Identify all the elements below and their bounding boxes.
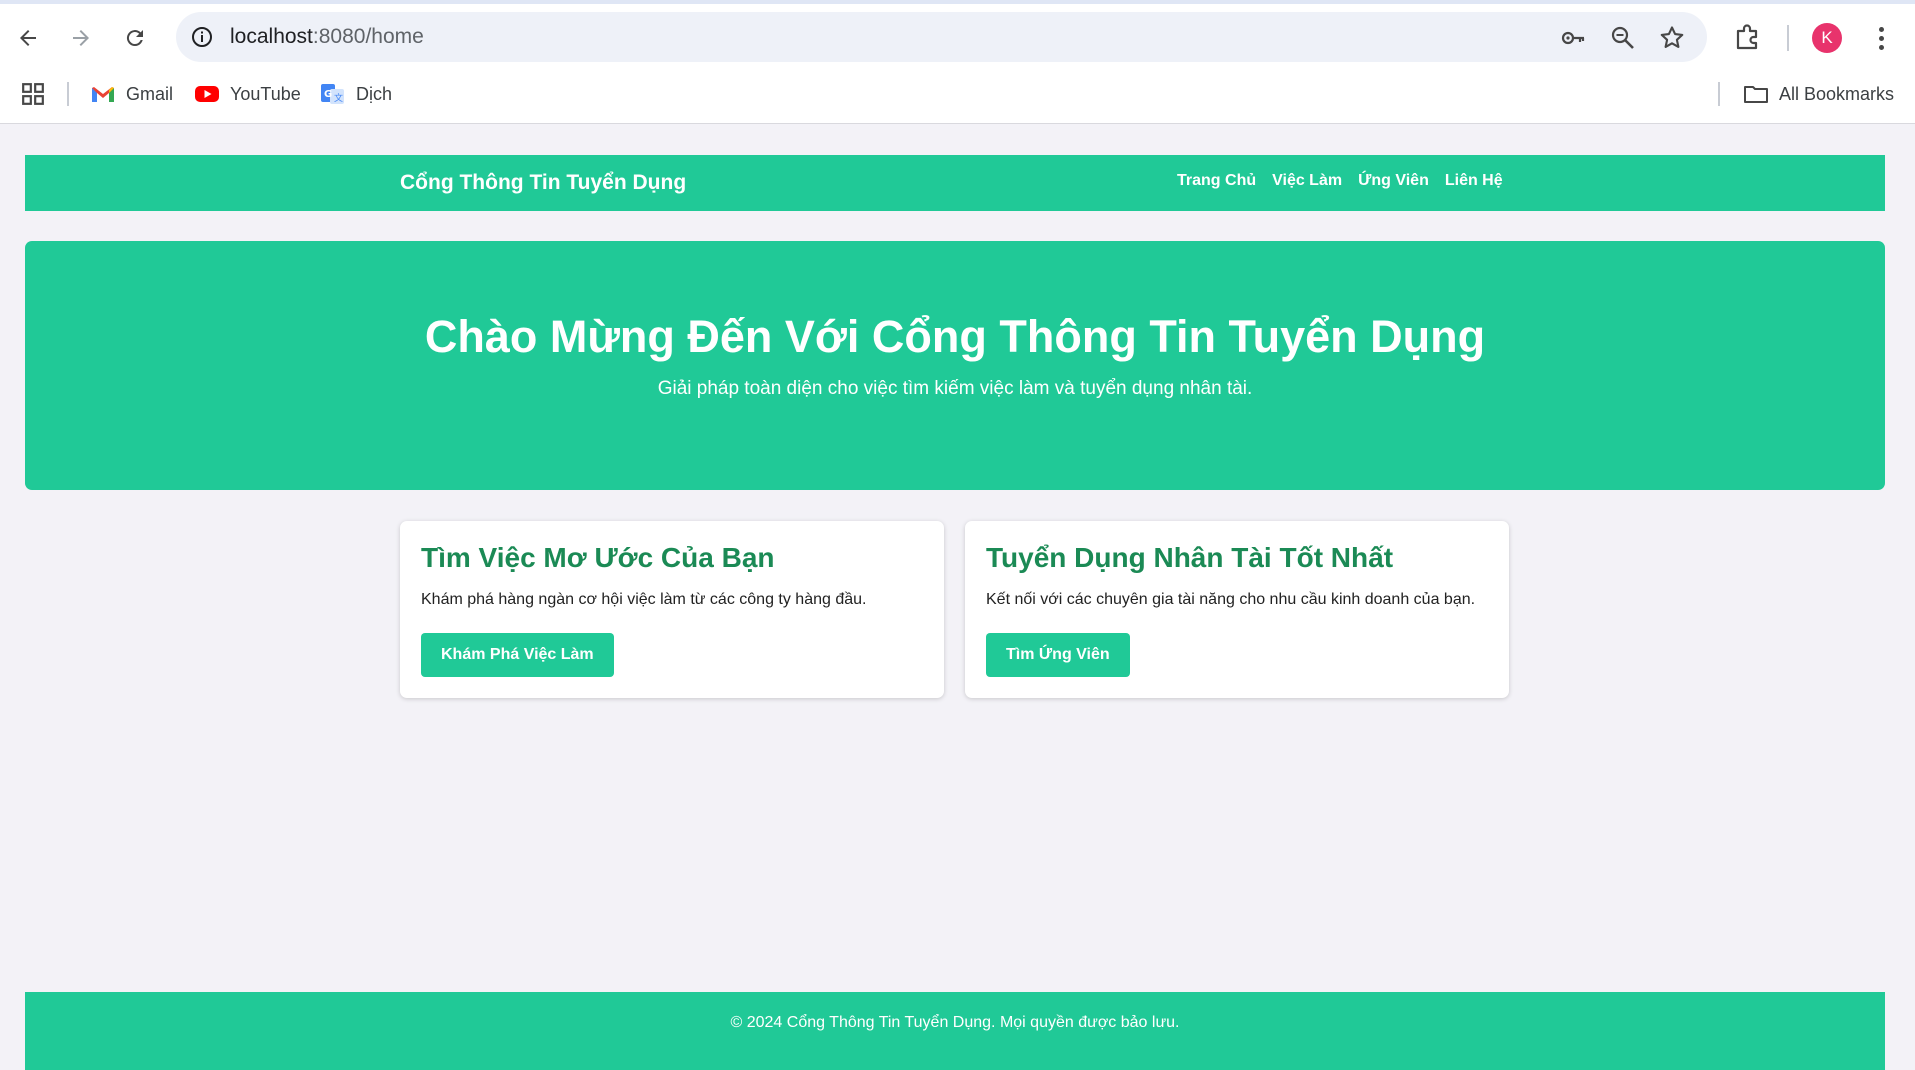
bookmark-youtube[interactable]: YouTube: [194, 72, 301, 116]
apps-button[interactable]: [21, 72, 45, 116]
employer-card: Tuyển Dụng Nhân Tài Tốt Nhất Kết nối với…: [965, 521, 1509, 698]
url-text[interactable]: localhost:8080/home: [230, 25, 424, 49]
svg-text:文: 文: [334, 92, 343, 104]
back-button[interactable]: [10, 20, 46, 56]
site-info-icon[interactable]: [190, 25, 214, 49]
browser-chrome: localhost:8080/home K Gmail YouTube G文 D…: [0, 0, 1915, 124]
reload-icon: [126, 30, 143, 47]
translate-icon: G文: [321, 84, 344, 104]
youtube-icon: [195, 86, 219, 102]
explore-jobs-button[interactable]: Khám Phá Việc Làm: [421, 633, 614, 677]
site-navbar: Cổng Thông Tin Tuyển Dụng Trang Chủ Việc…: [25, 155, 1885, 211]
bookmark-label: Dịch: [356, 83, 393, 104]
card-title: Tìm Việc Mơ Ước Của Bạn: [421, 542, 775, 573]
bookmark-label: YouTube: [230, 83, 301, 104]
all-bookmarks-button[interactable]: All Bookmarks: [1743, 72, 1894, 116]
bookmark-label: Gmail: [126, 83, 174, 104]
arrow-left-icon: [20, 30, 36, 46]
zoom-icon[interactable]: [1610, 25, 1636, 51]
card-text: Kết nối với các chuyên gia tài năng cho …: [986, 591, 1476, 608]
profile-avatar[interactable]: K: [1812, 23, 1842, 53]
browser-menu-button[interactable]: [1871, 22, 1891, 54]
footer-copyright: © 2024 Cổng Thông Tin Tuyển Dụng. Mọi qu…: [730, 1014, 1180, 1031]
find-candidates-button[interactable]: Tìm Ứng Viên: [986, 633, 1130, 677]
address-bar[interactable]: localhost:8080/home: [176, 12, 1707, 62]
apps-grid-icon: [22, 83, 44, 105]
gmail-icon: [92, 87, 114, 102]
forward-button[interactable]: [63, 20, 99, 56]
site-brand[interactable]: Cổng Thông Tin Tuyển Dụng: [400, 171, 686, 195]
all-bookmarks-label: All Bookmarks: [1779, 83, 1895, 104]
bookmarks-divider: [1718, 82, 1720, 106]
nav-link-candidates[interactable]: Ứng Viên: [1358, 172, 1429, 190]
nav-link-home[interactable]: Trang Chủ: [1177, 172, 1256, 190]
job-seeker-card: Tìm Việc Mơ Ước Của Bạn Khám phá hàng ng…: [400, 521, 944, 698]
tab-strip-edge: [0, 0, 1915, 4]
reload-button[interactable]: [117, 20, 153, 56]
card-title: Tuyển Dụng Nhân Tài Tốt Nhất: [986, 542, 1394, 573]
nav-link-jobs[interactable]: Việc Làm: [1272, 172, 1342, 190]
bookmark-translate[interactable]: G文 Dịch: [320, 72, 392, 116]
arrow-right-icon: [73, 30, 89, 46]
svg-text:G: G: [324, 89, 332, 100]
password-key-icon[interactable]: [1560, 25, 1586, 51]
site-nav-links: Trang Chủ Việc Làm Ứng Viên Liên Hệ: [1177, 172, 1503, 190]
site-footer: © 2024 Cổng Thông Tin Tuyển Dụng. Mọi qu…: [25, 992, 1885, 1070]
bookmark-gmail[interactable]: Gmail: [90, 72, 173, 116]
hero-subtitle: Giải pháp toàn diện cho việc tìm kiếm vi…: [657, 378, 1253, 399]
hero-title: Chào Mừng Đến Với Cổng Thông Tin Tuyển D…: [424, 311, 1486, 362]
hero-banner: Chào Mừng Đến Với Cổng Thông Tin Tuyển D…: [25, 241, 1885, 490]
toolbar-divider: [1787, 25, 1789, 51]
url-host: localhost: [230, 25, 313, 48]
bookmark-star-icon[interactable]: [1659, 25, 1685, 51]
extensions-puzzle-icon[interactable]: [1733, 22, 1763, 52]
url-path: :8080/home: [312, 25, 424, 48]
card-text: Khám phá hàng ngàn cơ hội việc làm từ cá…: [421, 591, 867, 608]
nav-link-contact[interactable]: Liên Hệ: [1445, 172, 1503, 190]
bookmarks-bar: Gmail YouTube G文 Dịch All Bookmarks: [0, 72, 1915, 116]
bookmarks-divider: [67, 82, 69, 106]
folder-icon: [1744, 86, 1768, 103]
